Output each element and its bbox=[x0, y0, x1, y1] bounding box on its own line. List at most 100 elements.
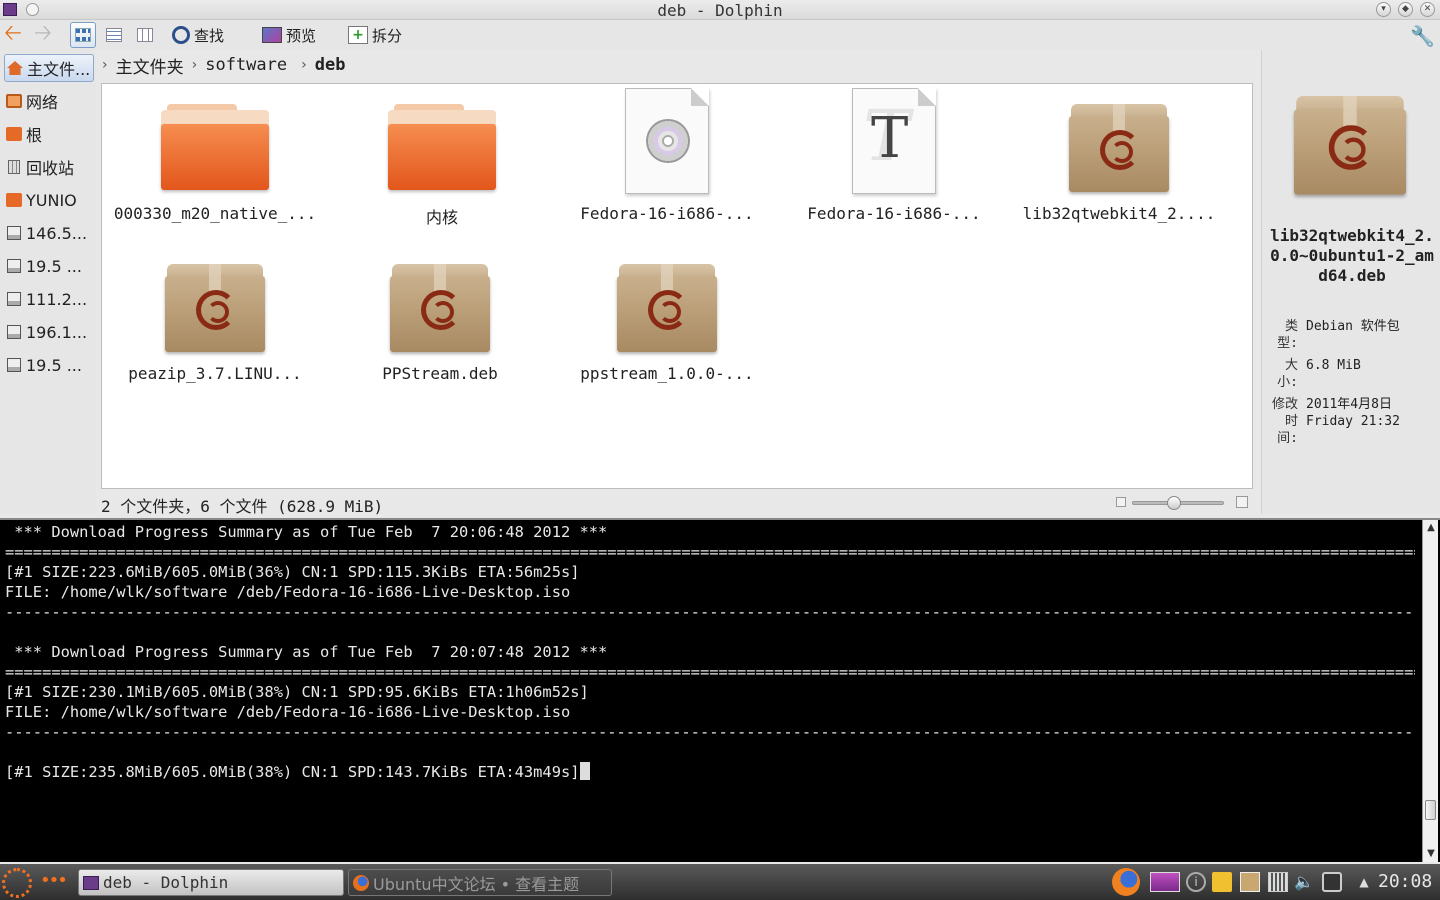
terminal-line: ----------------------------------------… bbox=[5, 603, 1415, 621]
find-button[interactable]: 查找 bbox=[172, 23, 224, 47]
task-browser[interactable]: Ubuntu中文论坛 • 查看主题 bbox=[348, 869, 612, 896]
file-item[interactable]: TT Fedora-16-i686-... bbox=[789, 86, 999, 236]
place-label: 196.1... bbox=[26, 322, 88, 342]
columns-view-button[interactable] bbox=[132, 22, 158, 48]
terminal-scrollbar[interactable]: ▲ ▼ bbox=[1422, 520, 1438, 862]
file-item[interactable]: lib32qtwebkit4_2.... bbox=[1014, 86, 1224, 236]
terminal-line: *** Download Progress Summary as of Tue … bbox=[5, 643, 608, 661]
configure-icon[interactable]: 🔧 bbox=[1410, 24, 1435, 48]
taskbar: ••• deb - Dolphin Ubuntu中文论坛 • 查看主题 i 🔈 … bbox=[0, 864, 1440, 900]
terminal-line: ----------------------------------------… bbox=[5, 723, 1415, 741]
place-label: 主文件... bbox=[27, 60, 91, 79]
place-volume-5[interactable]: 19.5 ... bbox=[4, 351, 94, 379]
terminal-line: [#1 SIZE:223.6MiB/605.0MiB(36%) CN:1 SPD… bbox=[5, 563, 580, 581]
volume-icon[interactable]: 🔈 bbox=[1294, 872, 1314, 892]
forward-icon[interactable]: 🡢 bbox=[34, 23, 52, 45]
file-item[interactable]: 000330_m20_native_... bbox=[110, 86, 320, 236]
file-item[interactable]: Fedora-16-i686-... bbox=[562, 86, 772, 236]
zoom-in-icon[interactable] bbox=[1236, 496, 1248, 508]
file-name: Fedora-16-i686-... bbox=[580, 204, 754, 223]
zoom-out-icon[interactable] bbox=[1116, 497, 1126, 507]
tray-expand-icon[interactable]: ▲ bbox=[1354, 872, 1374, 892]
network-tray-icon[interactable] bbox=[1322, 872, 1342, 892]
terminal-line: FILE: /home/wlk/software /deb/Fedora-16-… bbox=[5, 703, 571, 721]
info-icon[interactable]: i bbox=[1186, 872, 1206, 892]
terminal-cursor bbox=[579, 762, 590, 780]
info-size-label: 大小: bbox=[1277, 358, 1298, 390]
place-label: 19.5 ... bbox=[26, 256, 82, 276]
folder-tray-icon[interactable] bbox=[1212, 872, 1232, 892]
clock[interactable]: 20:08 bbox=[1378, 871, 1432, 892]
scrollbar-handle[interactable] bbox=[1425, 800, 1436, 820]
place-root[interactable]: 根 bbox=[4, 120, 94, 148]
file-item[interactable]: peazip_3.7.LINU... bbox=[110, 246, 320, 396]
zoom-slider[interactable] bbox=[1132, 496, 1224, 510]
close-button[interactable]: ✕ bbox=[1420, 2, 1435, 17]
place-volume-1[interactable]: 146.5... bbox=[4, 219, 94, 247]
desktop-pager-icon[interactable] bbox=[1150, 872, 1180, 892]
place-label: 回收站 bbox=[26, 159, 75, 178]
place-label: 19.5 ... bbox=[26, 355, 82, 375]
toolbar: 🡠 🡢 查找 预览 + 拆分 🔧 bbox=[0, 20, 1440, 50]
breadcrumb: › 主文件夹 › software › deb bbox=[96, 50, 1260, 80]
split-button[interactable]: + 拆分 bbox=[348, 23, 402, 47]
place-volume-3[interactable]: 111.2... bbox=[4, 285, 94, 313]
maximize-button[interactable]: ◆ bbox=[1398, 2, 1413, 17]
place-network[interactable]: 网络 bbox=[4, 87, 94, 115]
place-home[interactable]: 主文件... bbox=[4, 54, 94, 82]
terminal-panel[interactable]: *** Download Progress Summary as of Tue … bbox=[0, 518, 1440, 862]
disk-icon bbox=[7, 259, 21, 273]
details-view-button[interactable] bbox=[101, 22, 127, 48]
info-modified-row: 修改时间: 2011年4月8日 Friday 21:32 bbox=[1268, 396, 1438, 464]
split-label: 拆分 bbox=[372, 26, 403, 45]
status-bar: 2 个文件夹，6 个文件 (628.9 MiB) bbox=[96, 489, 1260, 516]
file-name: peazip_3.7.LINU... bbox=[128, 364, 302, 383]
file-view[interactable]: 000330_m20_native_... 内核 Fedora-16-i686-… bbox=[101, 83, 1253, 489]
zoom-slider-handle[interactable] bbox=[1166, 496, 1181, 510]
file-name: 内核 bbox=[425, 208, 458, 227]
file-item[interactable]: ppstream_1.0.0-... bbox=[562, 246, 772, 396]
clipboard-icon[interactable] bbox=[1240, 872, 1260, 892]
file-item[interactable]: PPStream.deb bbox=[335, 246, 545, 396]
disc-image-icon bbox=[625, 88, 709, 194]
place-volume-4[interactable]: 196.1... bbox=[4, 318, 94, 346]
preview-button[interactable]: 预览 bbox=[262, 23, 316, 47]
deb-package-icon bbox=[390, 264, 490, 354]
place-label: 网络 bbox=[26, 93, 59, 112]
minimize-button[interactable]: ▾ bbox=[1376, 2, 1391, 17]
title-bar[interactable]: deb - Dolphin ▾ ◆ ✕ bbox=[0, 0, 1440, 20]
preview-icon bbox=[262, 27, 282, 43]
terminal-line: [#1 SIZE:235.8MiB/605.0MiB(38%) CN:1 SPD… bbox=[5, 762, 1415, 782]
folder-icon bbox=[161, 104, 269, 192]
places-panel: 主文件... 网络 根 回收站 YUNIO 146.5... 19.5 ... … bbox=[0, 50, 96, 514]
folder-icon bbox=[6, 193, 22, 207]
terminal-line: ========================================… bbox=[5, 663, 1415, 681]
info-size-value: 6.8 MiB bbox=[1306, 358, 1361, 373]
place-yunio[interactable]: YUNIO bbox=[4, 186, 94, 214]
firefox-launcher-icon[interactable] bbox=[1112, 868, 1140, 896]
breadcrumb-separator-icon: › bbox=[191, 57, 198, 73]
back-icon[interactable]: 🡠 bbox=[4, 23, 22, 45]
breadcrumb-software[interactable]: software bbox=[205, 55, 287, 75]
place-trash[interactable]: 回收站 bbox=[4, 153, 94, 181]
terminal-line: ========================================… bbox=[5, 543, 1415, 561]
search-icon bbox=[172, 26, 190, 44]
keyboard-icon[interactable] bbox=[1268, 872, 1288, 892]
more-icon[interactable]: ••• bbox=[40, 870, 68, 891]
dolphin-icon bbox=[83, 875, 99, 890]
place-volume-2[interactable]: 19.5 ... bbox=[4, 252, 94, 280]
ubuntu-logo-icon[interactable] bbox=[2, 868, 32, 898]
trash-icon bbox=[8, 160, 20, 174]
place-label: 111.2... bbox=[26, 289, 88, 309]
breadcrumb-deb[interactable]: deb bbox=[315, 55, 346, 75]
scroll-down-icon[interactable]: ▼ bbox=[1423, 846, 1439, 862]
breadcrumb-home[interactable]: 主文件夹 bbox=[116, 53, 184, 78]
selected-file-name: lib32qtwebkit4_2.0.0~0ubuntu1-2_amd64.de… bbox=[1270, 226, 1434, 285]
file-item[interactable]: 内核 bbox=[337, 86, 547, 236]
task-dolphin[interactable]: deb - Dolphin bbox=[78, 869, 344, 896]
file-name: Fedora-16-i686-... bbox=[807, 204, 981, 223]
scroll-up-icon[interactable]: ▲ bbox=[1423, 520, 1439, 536]
icons-view-button[interactable] bbox=[70, 22, 96, 48]
